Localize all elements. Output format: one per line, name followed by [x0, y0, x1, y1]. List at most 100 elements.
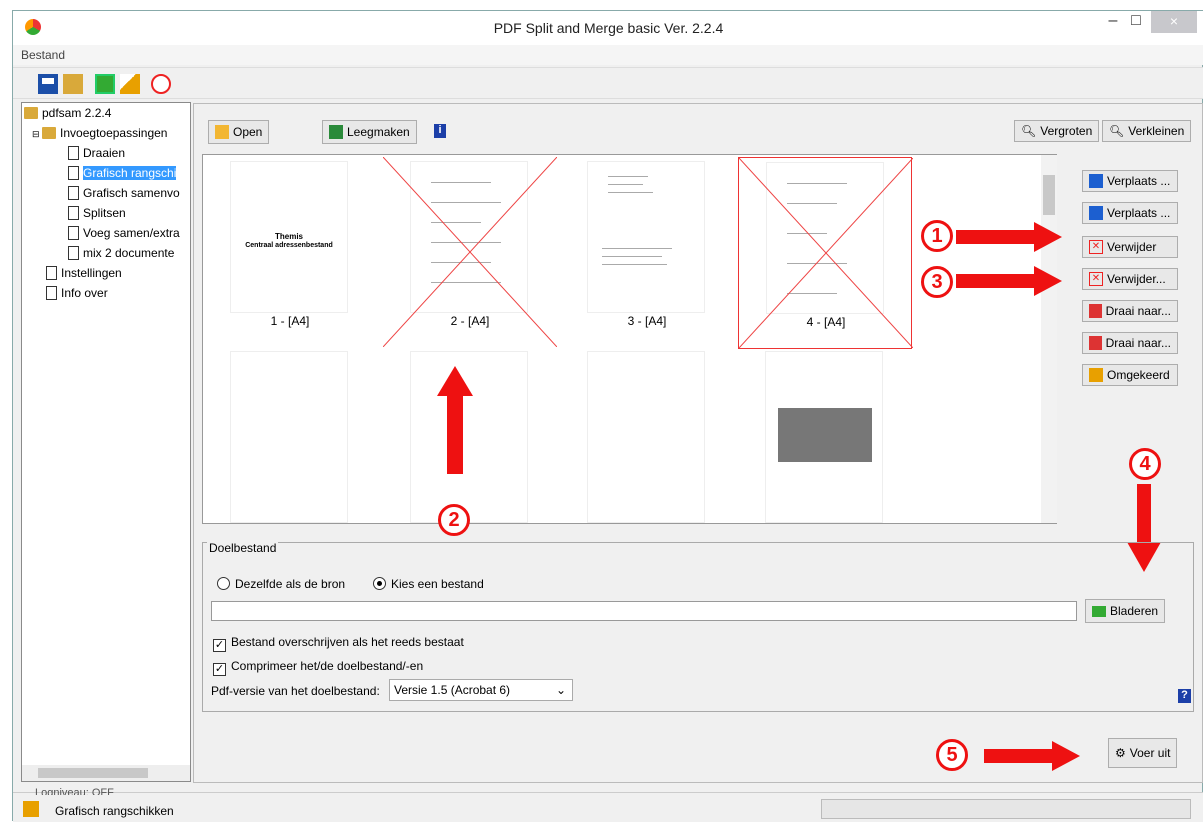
run-gear-icon: ⚙	[1115, 746, 1126, 760]
destination-path-input[interactable]	[211, 601, 1077, 621]
rotate-right-icon	[1089, 304, 1102, 318]
help-icon[interactable]: ?	[1178, 689, 1191, 703]
rotate-counterclockwise-button[interactable]: Draai naar...	[1082, 332, 1178, 354]
annotation-arrowhead-5	[1052, 741, 1080, 771]
open-button[interactable]: Open	[208, 120, 270, 144]
tree-item-info[interactable]: Info over	[22, 283, 190, 303]
menu-bestand[interactable]: Bestand	[21, 48, 65, 62]
page-label: 3 - [A4]	[627, 314, 667, 328]
rotate-clockwise-button[interactable]: Draai naar...	[1082, 300, 1178, 322]
tree-group[interactable]: ⊟ Invoegtoepassingen	[22, 123, 190, 143]
zoom-out-button[interactable]: 🔍︎ Verkleinen	[1102, 120, 1192, 142]
move-down-icon	[1089, 206, 1103, 220]
choose-file-radio[interactable]: Kies een bestand	[373, 577, 484, 591]
page-label: 1 - [A4]	[270, 314, 310, 328]
pdf-version-label: Pdf-versie van het doelbestand:	[211, 684, 380, 698]
target-panel: Doelbestand Dezelfde als de bron Kies ee…	[202, 541, 1194, 712]
page-thumbnail[interactable]	[203, 347, 377, 523]
tree-item-grafisch-samenvoegen[interactable]: Grafisch samenvo	[22, 183, 190, 203]
page-title-line2: Centraal adressenbestand	[245, 242, 333, 249]
clear-button[interactable]: Leegmaken	[322, 120, 417, 144]
active-plugin-label: Grafisch rangschikken	[55, 804, 174, 818]
info-icon[interactable]: i	[434, 124, 446, 138]
chevron-down-icon: ⌄	[555, 683, 566, 697]
close-button[interactable]: ×	[1151, 11, 1197, 33]
run-button[interactable]: ⚙ Voer uit	[1108, 738, 1178, 768]
page-label: 4 - [A4]	[806, 315, 846, 329]
clear-broom-icon[interactable]	[120, 74, 140, 94]
save-icon[interactable]	[38, 74, 58, 94]
same-as-source-radio[interactable]: Dezelfde als de bron	[217, 577, 345, 591]
environment-icon[interactable]	[95, 74, 115, 94]
tree-root[interactable]: pdfsam 2.2.4	[22, 103, 190, 123]
plugin-status-icon	[23, 801, 39, 817]
annotation-arrow-4	[1137, 484, 1151, 544]
overwrite-checkbox[interactable]: ✓ Bestand overschrijven als het reeds bes…	[213, 635, 464, 652]
minimize-button[interactable]: ‒	[1103, 11, 1123, 35]
zoom-out-icon: 🔍︎	[1109, 124, 1125, 138]
grid-vscrollbar[interactable]	[1041, 155, 1057, 523]
annotation-1: 1	[921, 220, 953, 252]
reverse-icon	[1089, 368, 1103, 382]
move-down-button[interactable]: Verplaats ...	[1082, 202, 1178, 224]
page-thumbnail-selected[interactable]: 4 - [A4]	[738, 157, 913, 349]
move-up-button[interactable]: Verplaats ...	[1082, 170, 1178, 192]
pdf-version-select[interactable]: Versie 1.5 (Acrobat 6) ⌄	[389, 679, 573, 701]
annotation-arrow-2	[447, 394, 463, 474]
annotation-arrowhead-3	[1034, 266, 1062, 296]
tree-item-instellingen[interactable]: Instellingen	[22, 263, 190, 283]
menu-bar	[13, 45, 1203, 65]
main-panel: Open Leegmaken i 🔍︎ Vergroten 🔍︎ Verkleine…	[193, 103, 1203, 783]
log-level: Logniveau: OFF	[35, 787, 114, 795]
move-up-icon	[1089, 174, 1103, 188]
page-paper	[230, 351, 348, 523]
progress-bar	[821, 799, 1191, 819]
page-thumbnail[interactable]	[560, 347, 734, 523]
target-legend: Doelbestand	[207, 541, 279, 555]
tree-item-mix[interactable]: mix 2 documente	[22, 243, 190, 263]
remove-button[interactable]: ✕ Verwijder	[1082, 236, 1178, 258]
folder-icon	[1092, 605, 1106, 617]
tree-item-draaien[interactable]: Draaien	[22, 143, 190, 163]
annotation-5: 5	[936, 739, 968, 771]
page-thumbnail[interactable]	[738, 347, 912, 523]
reverse-button[interactable]: Omgekeerd	[1082, 364, 1178, 386]
zoom-in-button[interactable]: 🔍︎ Vergroten	[1014, 120, 1100, 142]
remove-icon: ✕	[1089, 272, 1103, 286]
status-bar: Logniveau: OFF Grafisch rangschikken	[13, 787, 1203, 822]
open-icon	[215, 125, 229, 139]
exit-power-icon[interactable]	[151, 74, 171, 94]
page-paper	[587, 351, 705, 523]
annotation-3: 3	[921, 266, 953, 298]
remove-icon: ✕	[1089, 240, 1103, 254]
annotation-arrow-1	[956, 230, 1036, 244]
annotation-4: 4	[1129, 448, 1161, 480]
window-title: PDF Split and Merge basic Ver. 2.2.4	[493, 20, 724, 36]
annotation-arrowhead-1	[1034, 222, 1062, 252]
page-thumbnail[interactable]: Themis Centraal adressenbestand 1 - [A4]	[203, 157, 377, 332]
title-bar: PDF Split and Merge basic Ver. 2.2.4 ‒ □…	[13, 11, 1203, 45]
tree-item-grafisch-rangschikken[interactable]: Grafisch rangschi	[22, 163, 190, 183]
page-thumbnail-grid[interactable]: Themis Centraal adressenbestand 1 - [A4]…	[202, 154, 1057, 524]
remove-all-button[interactable]: ✕ Verwijder...	[1082, 268, 1178, 290]
toolbar	[13, 67, 1203, 99]
page-thumbnail[interactable]: 2 - [A4]	[383, 157, 557, 347]
page-thumbnail[interactable]: 3 - [A4]	[560, 157, 734, 332]
tree-item-voeg-samen[interactable]: Voeg samen/extra	[22, 223, 190, 243]
browse-button[interactable]: Bladeren	[1085, 599, 1166, 623]
clear-icon	[329, 125, 343, 139]
app-window: PDF Split and Merge basic Ver. 2.2.4 ‒ □…	[12, 10, 1203, 822]
tree-hscrollbar[interactable]	[22, 765, 190, 781]
page-title-line1: Themis	[274, 232, 303, 241]
open-folder-icon[interactable]	[63, 74, 83, 94]
zoom-in-icon: 🔍︎	[1021, 124, 1037, 138]
annotation-arrow-5	[984, 749, 1054, 763]
tree-item-splitsen[interactable]: Splitsen	[22, 203, 190, 223]
page-label: 2 - [A4]	[450, 314, 490, 328]
page-paper	[587, 161, 705, 313]
plugin-tree: pdfsam 2.2.4 ⊟ Invoegtoepassingen Draaie…	[21, 102, 191, 782]
compress-checkbox[interactable]: ✓ Comprimeer het/de doelbestand/-en	[213, 659, 423, 676]
annotation-arrow-3	[956, 274, 1036, 288]
annotation-2: 2	[438, 504, 470, 536]
maximize-button[interactable]: □	[1125, 11, 1147, 35]
